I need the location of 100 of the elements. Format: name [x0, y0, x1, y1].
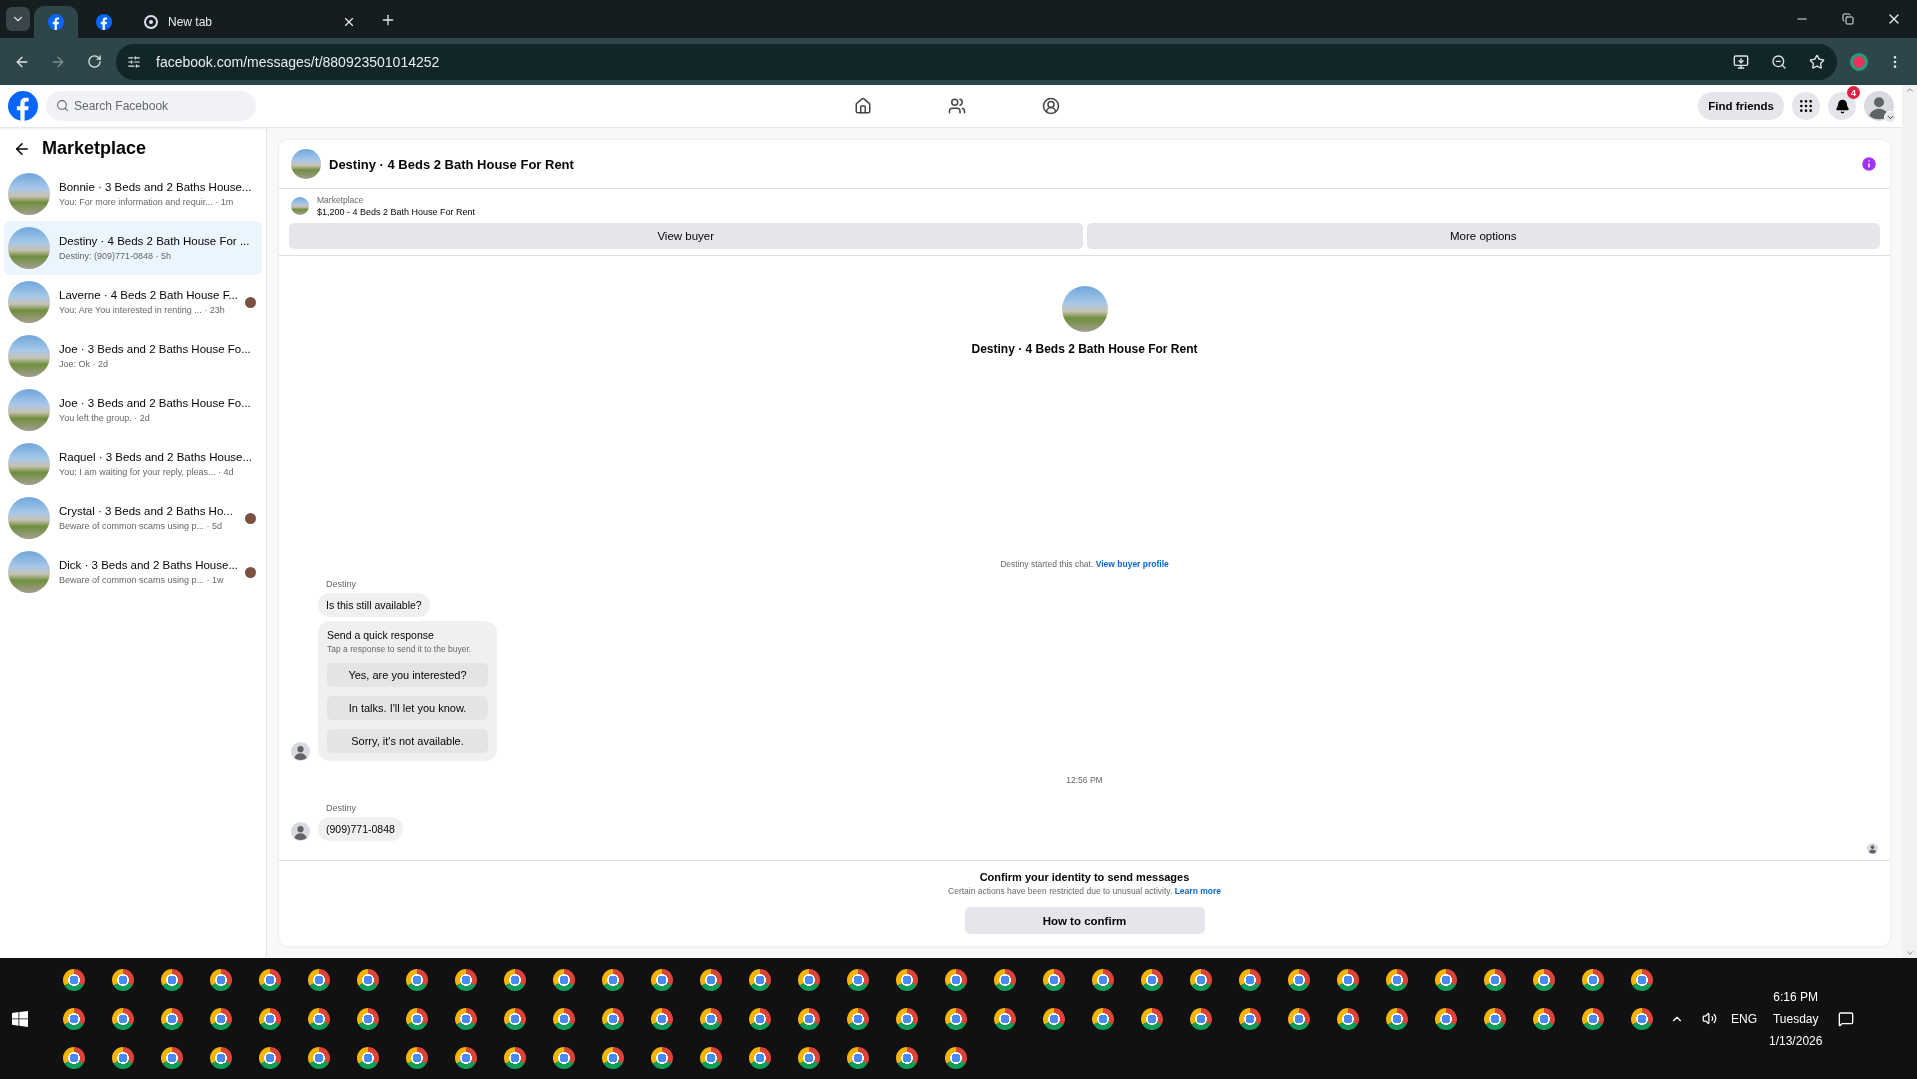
info-icon[interactable] [1860, 155, 1878, 173]
facebook-logo[interactable] [48, 14, 64, 30]
browser-icon [1043, 968, 1065, 991]
browser-icon [945, 968, 967, 991]
browser-icon [1533, 968, 1555, 991]
account-avatar [1864, 91, 1894, 121]
tab-search-button[interactable] [6, 7, 30, 31]
clock-day[interactable]: Tuesday [1772, 1011, 1819, 1026]
browser-icon [259, 1046, 281, 1069]
listing-label: Marketplace [317, 195, 365, 205]
message-preview: You: For more information and requir... · 1m [59, 197, 235, 207]
action-button[interactable]: View buyer [289, 223, 1083, 249]
quick-reply-button[interactable]: Sorry, it's not available. [327, 729, 488, 753]
conversation-title: Destiny · 4 Beds 2 Bath House For ... [59, 235, 251, 247]
browser-icon [1484, 1007, 1506, 1030]
browser-icon [504, 1007, 526, 1030]
browser-icon [1631, 968, 1653, 991]
browser-icon [847, 1046, 869, 1069]
browser-icon [210, 1046, 232, 1069]
browser-tab[interactable] [34, 6, 78, 38]
browser-icon [798, 968, 820, 991]
grid-icon [1798, 98, 1814, 114]
zoom-out-icon [1771, 53, 1787, 70]
conversation-item[interactable]: Crystal · 3 Beds and 2 Baths Ho... Beware of common scams using p... · 5d [4, 491, 262, 545]
browser-icon [455, 1007, 477, 1030]
browser-icon [1190, 1007, 1212, 1030]
learn-more-link[interactable]: Learn more [1174, 886, 1221, 896]
browser-icon [700, 1046, 722, 1069]
quick-reply-button[interactable]: Yes, are you interested? [327, 663, 488, 687]
browser-icon [553, 1046, 575, 1069]
message-preview: Destiny: (909)771-0848 · 5h [59, 251, 173, 261]
speech-bubble-icon [1838, 1010, 1855, 1027]
browser-icon [161, 1046, 183, 1069]
browser-icon [63, 1007, 85, 1030]
message-preview: Joe: Ok · 2d [59, 359, 110, 369]
browser-icon [896, 968, 918, 991]
browser-icon [112, 1046, 134, 1069]
browser-icon [945, 1046, 967, 1069]
browser-icon [112, 968, 134, 991]
browser-icon [210, 1007, 232, 1030]
find-friends-button[interactable]: Find friends [1698, 92, 1784, 120]
browser-icon [651, 1007, 673, 1030]
browser-icon [504, 968, 526, 991]
photo-placeholder [8, 281, 50, 323]
conversation-item[interactable]: Bonnie · 3 Beds and 2 Baths House... You: For more information and requir... · 1m [4, 167, 262, 221]
restore-icon [1842, 13, 1854, 25]
message-preview: You: I am waiting for your reply, pleas... · 4d [59, 467, 235, 477]
menu-grid-button[interactable] [1792, 92, 1820, 120]
browser-icon [896, 1007, 918, 1030]
account-menu-button[interactable] [1884, 111, 1896, 123]
tab-title: New tab [168, 15, 214, 29]
photo-placeholder [8, 227, 50, 269]
browser-icon [1435, 1007, 1457, 1030]
browser-icon [357, 1007, 379, 1030]
conversation-item[interactable]: Joe · 3 Beds and 2 Baths House Fo... You left the group. · 2d [4, 383, 262, 437]
photo-placeholder [8, 551, 50, 593]
conversation-title: Bonnie · 3 Beds and 2 Baths House... [59, 181, 253, 193]
message-timestamp: 12:56 PM [1065, 775, 1104, 785]
sliders-icon [127, 54, 141, 69]
sidebar-title: Marketplace [42, 138, 147, 159]
plus-icon [380, 12, 396, 28]
browser-icon [651, 968, 673, 991]
browser-icon [602, 1007, 624, 1030]
language-indicator[interactable]: ENG [1731, 1011, 1757, 1026]
facebook-logo[interactable] [96, 14, 112, 30]
clock-date[interactable]: 1/13/2026 [1769, 1033, 1823, 1048]
conversation-item[interactable]: Raquel · 3 Beds and 2 Baths House... You: I am waiting for your reply, pleas... · 4d [4, 437, 262, 491]
browser-icon [1239, 1007, 1261, 1030]
browser-icon [504, 1046, 526, 1069]
conversation-item[interactable]: Dick · 3 Beds and 2 Baths House... Beware of common scams using p... · 1w [4, 545, 262, 599]
browser-icon [1043, 1007, 1065, 1030]
clock-time[interactable]: 6:16 PM [1773, 989, 1819, 1004]
browser-icon [308, 968, 330, 991]
browser-tab[interactable]: New tab [130, 6, 370, 38]
user-avatar [291, 742, 310, 761]
browser-icon [259, 968, 281, 991]
browser-icon [994, 1007, 1016, 1030]
notifications-button[interactable] [1828, 92, 1856, 120]
how-to-confirm-button[interactable]: How to confirm [964, 907, 1205, 934]
browser-icon [651, 1046, 673, 1069]
windows-start-icon[interactable] [12, 1010, 28, 1027]
browser-icon [1337, 1007, 1359, 1030]
browser-icon [798, 1046, 820, 1069]
action-button[interactable]: More options [1086, 223, 1880, 249]
browser-icon [1484, 968, 1506, 991]
view-buyer-profile-link[interactable]: View buyer profile [1095, 559, 1169, 569]
quick-reply-button[interactable]: In talks. I'll let you know. [327, 696, 488, 720]
conversation-item[interactable]: Joe · 3 Beds and 2 Baths House Fo... Joe: Ok · 2d [4, 329, 262, 383]
message-bubble: (909)771-0848 [318, 817, 403, 841]
photo-placeholder [1061, 286, 1108, 332]
browser-icon [63, 968, 85, 991]
browser-icon [1288, 968, 1310, 991]
search-field[interactable]: Search Facebook [46, 91, 256, 121]
browser-icon [700, 968, 722, 991]
chat-title[interactable]: Destiny · 4 Beds 2 Bath House For Rent [329, 156, 1852, 172]
browser-icon [1582, 968, 1604, 991]
close-icon[interactable] [342, 15, 356, 29]
conversation-item[interactable]: Laverne · 4 Beds 2 Bath House F... You: Are You interested in renting ... · 23h [4, 275, 262, 329]
restriction-text: Certain actions have been restricted due to unusual activity. Learn more [948, 886, 1221, 896]
conversation-item[interactable]: Destiny · 4 Beds 2 Bath House For ... Destiny: (909)771-0848 · 5h [4, 221, 262, 275]
